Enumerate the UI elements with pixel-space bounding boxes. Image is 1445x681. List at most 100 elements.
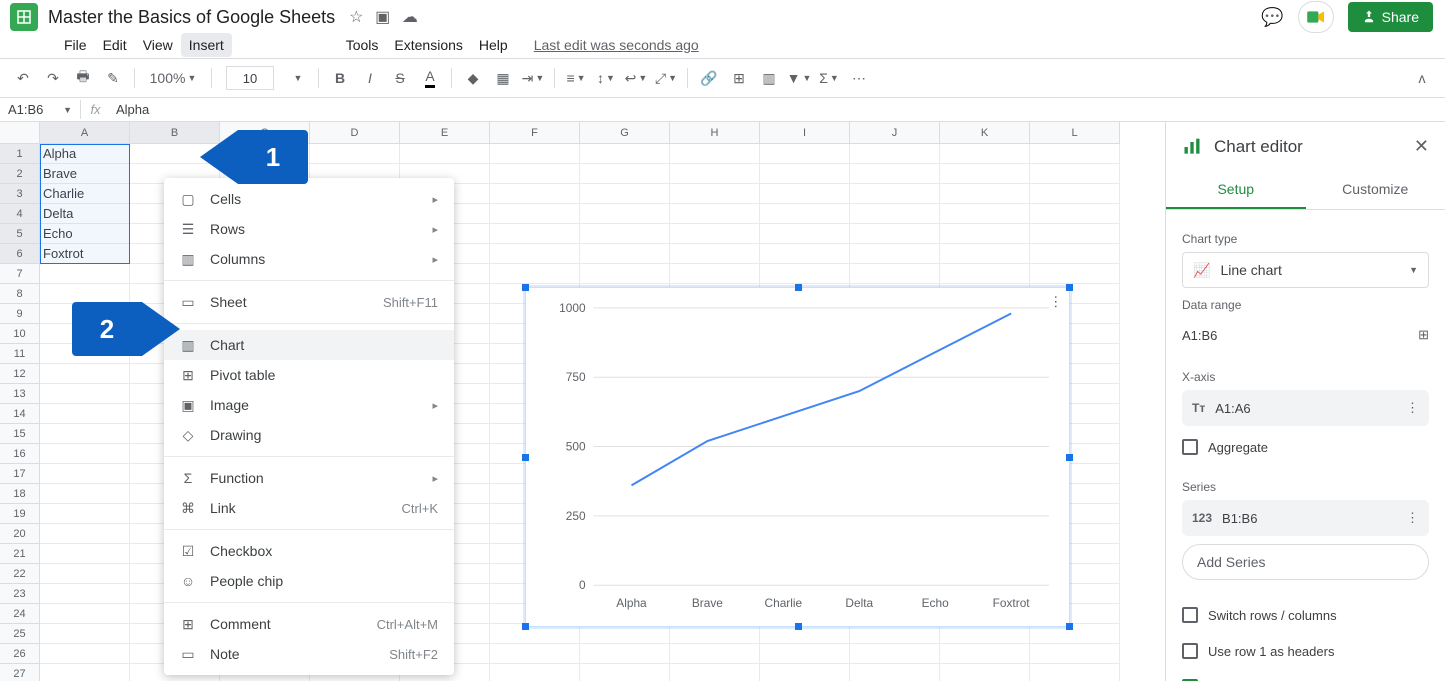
- comment-history-icon[interactable]: 💬: [1261, 7, 1283, 28]
- cloud-icon[interactable]: ☁: [402, 9, 418, 26]
- strike-icon[interactable]: S: [387, 65, 413, 91]
- aggregate-checkbox[interactable]: Aggregate: [1182, 432, 1429, 462]
- data-range-value[interactable]: A1:B6: [1182, 328, 1217, 343]
- function-icon: Σ: [178, 468, 198, 488]
- use-row1-headers-checkbox[interactable]: Use row 1 as headers: [1182, 636, 1429, 666]
- drawing-icon: ◇: [178, 425, 198, 445]
- last-edit-link[interactable]: Last edit was seconds ago: [534, 37, 699, 53]
- image-icon: ▣: [178, 395, 198, 415]
- series-more-icon[interactable]: ⋮: [1406, 510, 1419, 526]
- tab-customize[interactable]: Customize: [1306, 171, 1445, 209]
- xaxis-label: X-axis: [1182, 370, 1429, 384]
- fx-icon: fx: [80, 100, 110, 119]
- add-comment-icon: ⊞: [178, 614, 198, 634]
- halign-icon[interactable]: ≡▼: [563, 65, 589, 91]
- functions-icon[interactable]: Σ▼: [816, 65, 842, 91]
- redo-icon[interactable]: ↷: [40, 65, 66, 91]
- menu-item-cells[interactable]: ▢Cells▸: [164, 184, 454, 214]
- close-icon[interactable]: ✕: [1414, 136, 1429, 157]
- star-icon[interactable]: ☆: [349, 9, 363, 26]
- menu-item-columns[interactable]: ▥Columns▸: [164, 244, 454, 274]
- move-icon[interactable]: ▣: [375, 9, 390, 26]
- menu-help[interactable]: Help: [471, 33, 516, 57]
- undo-icon[interactable]: ↶: [10, 65, 36, 91]
- chart-editor-panel: Chart editor ✕ Setup Customize Chart typ…: [1165, 122, 1445, 681]
- link-icon[interactable]: 🔗: [696, 65, 722, 91]
- wrap-icon[interactable]: ↩▼: [623, 65, 649, 91]
- valign-icon[interactable]: ↕▼: [593, 65, 619, 91]
- svg-text:750: 750: [566, 370, 586, 384]
- fill-color-icon[interactable]: ◆: [460, 65, 486, 91]
- name-box[interactable]: A1:B6▼: [0, 102, 80, 117]
- svg-text:500: 500: [566, 440, 586, 454]
- menu-insert[interactable]: Insert: [181, 33, 232, 57]
- menu-edit[interactable]: Edit: [95, 33, 135, 57]
- font-size-input[interactable]: 10: [226, 66, 274, 90]
- share-button[interactable]: Share: [1348, 2, 1433, 32]
- switch-rows-cols-checkbox[interactable]: Switch rows / columns: [1182, 600, 1429, 630]
- menu-item-comment[interactable]: ⊞CommentCtrl+Alt+M: [164, 609, 454, 639]
- line-chart-icon: 📈: [1193, 262, 1210, 279]
- merge-icon[interactable]: ⇥▼: [520, 65, 546, 91]
- sheets-logo[interactable]: [10, 3, 38, 31]
- svg-text:Foxtrot: Foxtrot: [993, 596, 1031, 610]
- menu-item-link[interactable]: ⌘LinkCtrl+K: [164, 493, 454, 523]
- svg-text:250: 250: [566, 509, 586, 523]
- menu-item-sheet[interactable]: ▭SheetShift+F11: [164, 287, 454, 317]
- text-type-icon: Tᴛ: [1192, 401, 1205, 415]
- bold-icon[interactable]: B: [327, 65, 353, 91]
- data-range-label: Data range: [1182, 298, 1429, 312]
- filter-icon[interactable]: ▼▼: [786, 65, 812, 91]
- collapse-toolbar-icon[interactable]: ʌ: [1409, 65, 1435, 91]
- menu-item-pivot[interactable]: ⊞Pivot table: [164, 360, 454, 390]
- paint-format-icon[interactable]: ✎: [100, 65, 126, 91]
- xaxis-more-icon[interactable]: ⋮: [1406, 400, 1419, 416]
- font-size-dropdown-icon[interactable]: ▼: [284, 65, 310, 91]
- menu-file[interactable]: File: [56, 33, 95, 57]
- svg-text:Charlie: Charlie: [765, 596, 803, 610]
- rotate-icon[interactable]: ⤢▼: [653, 65, 679, 91]
- svg-text:Brave: Brave: [692, 596, 723, 610]
- insert-chart-icon[interactable]: ▥: [756, 65, 782, 91]
- zoom-select[interactable]: 100%▼: [143, 65, 203, 91]
- formula-input[interactable]: Alpha: [110, 102, 1445, 117]
- chart-icon: ▥: [178, 335, 198, 355]
- xaxis-chip[interactable]: TᴛA1:A6 ⋮: [1182, 390, 1429, 426]
- text-color-icon[interactable]: A: [417, 65, 443, 91]
- more-icon[interactable]: ⋯: [846, 65, 872, 91]
- menu-item-image[interactable]: ▣Image▸: [164, 390, 454, 420]
- borders-icon[interactable]: ▦: [490, 65, 516, 91]
- toolbar: ↶ ↷ 🖶 ✎ 100%▼ 10 ▼ B I S A ◆ ▦ ⇥▼ ≡▼ ↕▼ …: [0, 58, 1445, 98]
- data-range-grid-icon[interactable]: ⊞: [1418, 327, 1429, 343]
- menu-tools[interactable]: Tools: [338, 33, 387, 57]
- number-type-icon: 123: [1192, 511, 1212, 525]
- menu-extensions[interactable]: Extensions: [386, 33, 470, 57]
- insert-menu-dropdown: ▢Cells▸ ☰Rows▸ ▥Columns▸ ▭SheetShift+F11…: [164, 178, 454, 675]
- menu-item-rows[interactable]: ☰Rows▸: [164, 214, 454, 244]
- pivot-icon: ⊞: [178, 365, 198, 385]
- menu-view[interactable]: View: [135, 33, 181, 57]
- svg-text:Alpha: Alpha: [616, 596, 647, 610]
- menu-item-chart[interactable]: ▥Chart: [164, 330, 454, 360]
- title-actions: ☆ ▣ ☁: [345, 7, 422, 27]
- menu-item-checkbox[interactable]: ☑Checkbox: [164, 536, 454, 566]
- panel-title: Chart editor: [1214, 137, 1303, 157]
- use-colA-labels-checkbox[interactable]: ✓Use column A as labels: [1182, 672, 1429, 681]
- print-icon[interactable]: 🖶: [70, 65, 96, 91]
- italic-icon[interactable]: I: [357, 65, 383, 91]
- callout-1: 1: [200, 130, 308, 184]
- comment-icon[interactable]: ⊞: [726, 65, 752, 91]
- menu-item-note[interactable]: ▭NoteShift+F2: [164, 639, 454, 669]
- chart-type-select[interactable]: 📈Line chart ▼: [1182, 252, 1429, 288]
- tab-setup[interactable]: Setup: [1166, 171, 1306, 209]
- series-chip[interactable]: 123B1:B6 ⋮: [1182, 500, 1429, 536]
- menu-item-function[interactable]: ΣFunction▸: [164, 463, 454, 493]
- doc-title[interactable]: Master the Basics of Google Sheets: [48, 7, 335, 28]
- add-series-button[interactable]: Add Series: [1182, 544, 1429, 580]
- menu-item-peoplechip[interactable]: ☺People chip: [164, 566, 454, 596]
- chart-object[interactable]: ⋯ 02505007501000AlphaBraveCharlieDeltaEc…: [525, 287, 1070, 627]
- menu-item-drawing[interactable]: ◇Drawing: [164, 420, 454, 450]
- sheet-area[interactable]: ABCDEFGHIJKL1Alpha2Brave3Charlie4Delta5E…: [0, 122, 1165, 681]
- meet-button[interactable]: [1298, 1, 1334, 33]
- cells-icon: ▢: [178, 189, 198, 209]
